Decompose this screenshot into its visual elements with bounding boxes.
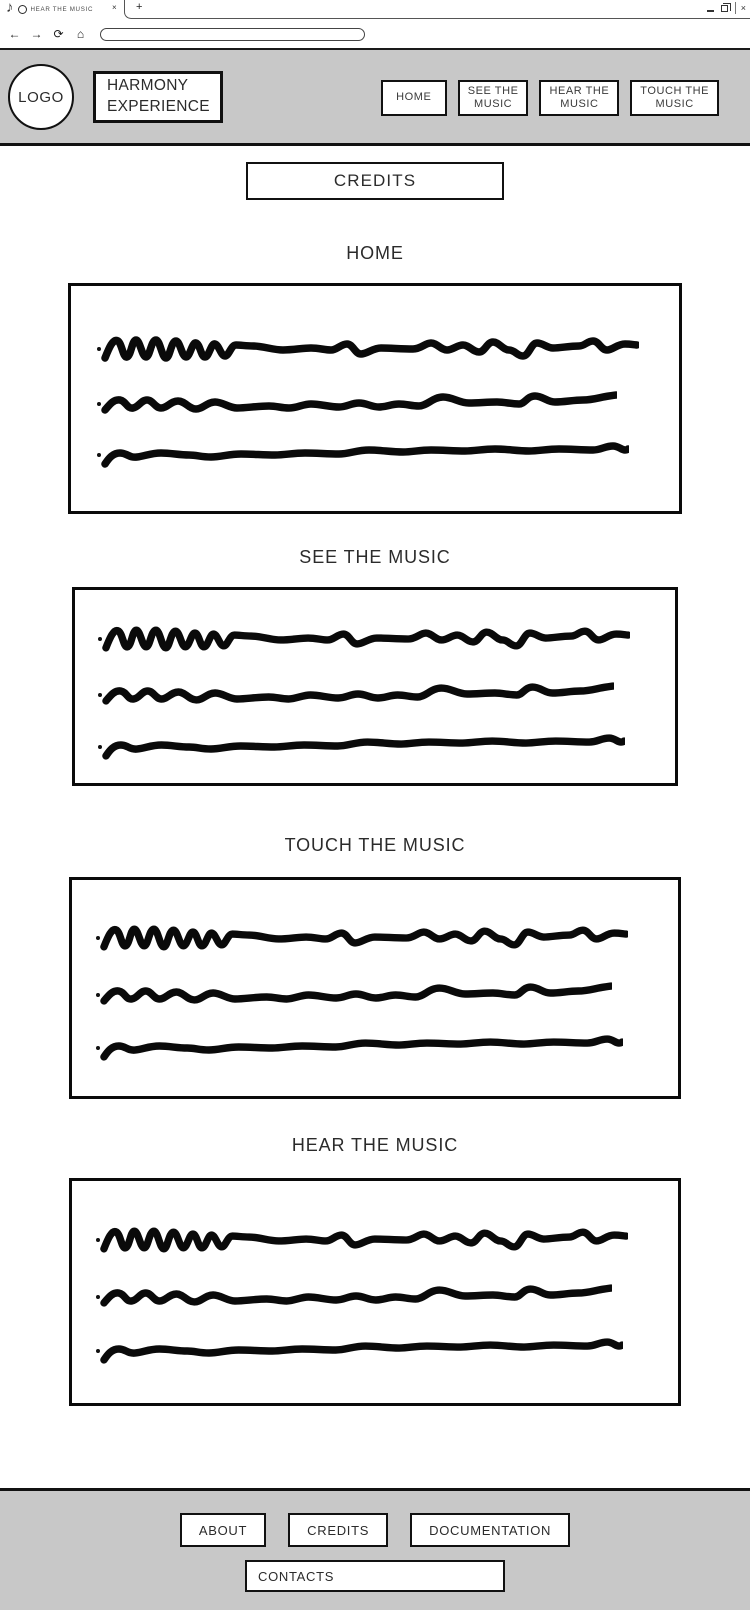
new-tab-icon[interactable]: + xyxy=(136,2,142,13)
section-touch-the-music-title: TOUCH THE MUSIC xyxy=(284,835,466,855)
browser-nav-bar: ← → ⟳ ⌂ xyxy=(0,20,750,48)
section-hear-the-music-box xyxy=(69,1178,681,1406)
logo-label: LOGO xyxy=(18,88,64,106)
footer-contacts-label: CONTACTS xyxy=(258,1568,335,1584)
section-see-the-music-box xyxy=(72,587,678,786)
section-hear-the-music-title: HEAR THE MUSIC xyxy=(291,1135,459,1155)
tab-curve-decoration xyxy=(124,0,134,19)
maximize-icon[interactable] xyxy=(720,2,732,12)
placeholder-squiggle-line xyxy=(100,925,628,951)
footer-link-credits[interactable]: CREDITS xyxy=(288,1513,389,1547)
home-icon[interactable]: ⌂ xyxy=(74,28,87,40)
forward-icon[interactable]: → xyxy=(30,28,43,40)
footer-link-documentation[interactable]: DOCUMENTATION xyxy=(410,1513,571,1547)
nav-item-home-label: HOME xyxy=(396,91,432,104)
brand-line-2: EXPERIENCE xyxy=(107,98,210,115)
section-home-box xyxy=(68,283,682,514)
list-item xyxy=(96,1336,623,1366)
nav-item-touch-the-music-label: TOUCH THE MUSIC xyxy=(640,84,709,110)
main-navigation: HOME SEE THE MUSIC HEAR THE MUSIC TOUCH … xyxy=(380,80,719,116)
list-item xyxy=(98,622,630,656)
nav-item-see-the-music[interactable]: SEE THE MUSIC xyxy=(457,80,529,116)
address-bar[interactable] xyxy=(100,27,365,41)
footer-links-row: ABOUT CREDITS DOCUMENTATION xyxy=(0,1491,750,1547)
footer-link-credits-label: CREDITS xyxy=(307,1522,370,1538)
brand-title-box: HARMONY EXPERIENCE xyxy=(93,71,223,123)
placeholder-squiggle-line xyxy=(102,626,630,652)
browser-tab[interactable]: ♪ HEAR THE MUSIC xyxy=(2,0,122,19)
reload-icon[interactable]: ⟳ xyxy=(52,28,65,40)
placeholder-squiggle-line xyxy=(100,1227,628,1253)
browser-chrome: ♪ HEAR THE MUSIC × + × ← → ⟳ ⌂ xyxy=(0,0,750,50)
minimize-icon[interactable] xyxy=(706,10,714,12)
list-item xyxy=(98,680,614,710)
nav-item-see-the-music-label: SEE THE MUSIC xyxy=(467,84,519,110)
placeholder-squiggle-line xyxy=(100,1338,623,1364)
list-item xyxy=(96,1223,628,1257)
page-title-box: CREDITS xyxy=(246,162,504,200)
window-controls: × xyxy=(706,1,746,15)
placeholder-squiggle-line xyxy=(102,734,625,760)
section-hear-the-music: HEAR THE MUSIC xyxy=(0,1135,750,1406)
footer-contacts-field[interactable]: CONTACTS xyxy=(245,1560,505,1592)
nav-item-home[interactable]: HOME xyxy=(380,80,447,116)
browser-tab-strip: ♪ HEAR THE MUSIC × + × xyxy=(0,0,750,20)
site-footer: ABOUT CREDITS DOCUMENTATION CONTACTS xyxy=(0,1488,750,1610)
back-icon[interactable]: ← xyxy=(8,28,21,40)
wireframe-page: ♪ HEAR THE MUSIC × + × ← → ⟳ ⌂ LOGO HARM… xyxy=(0,0,750,1610)
placeholder-squiggle-line xyxy=(100,1035,623,1061)
nav-item-touch-the-music[interactable]: TOUCH THE MUSIC xyxy=(630,80,719,116)
section-touch-the-music-box xyxy=(69,877,681,1099)
section-home: HOME xyxy=(0,243,750,514)
placeholder-squiggle-line xyxy=(101,391,617,414)
close-icon[interactable]: × xyxy=(734,2,746,14)
footer-link-about-label: ABOUT xyxy=(198,1522,248,1538)
list-item xyxy=(96,980,612,1010)
list-item xyxy=(96,1282,612,1312)
section-see-the-music-title: SEE THE MUSIC xyxy=(299,547,451,567)
placeholder-squiggle-line xyxy=(101,442,629,468)
placeholder-squiggle-line xyxy=(101,336,639,362)
music-note-icon: ♪ xyxy=(6,0,14,16)
site-header: LOGO HARMONY EXPERIENCE HOME SEE THE MUS… xyxy=(0,50,750,146)
list-item xyxy=(97,389,617,419)
nav-item-hear-the-music-label: HEAR THE MUSIC xyxy=(549,84,610,110)
circle-icon xyxy=(17,5,27,14)
brand-line-1: HARMONY xyxy=(107,77,189,95)
tab-strip-rule xyxy=(132,18,750,20)
footer-link-documentation-label: DOCUMENTATION xyxy=(429,1522,552,1538)
list-item xyxy=(98,732,625,762)
footer-contacts-row: CONTACTS xyxy=(0,1547,750,1592)
page-title: CREDITS xyxy=(333,171,417,190)
list-item xyxy=(97,440,629,470)
placeholder-squiggle-line xyxy=(102,682,614,705)
tab-close-icon[interactable]: × xyxy=(112,4,117,12)
main-content: CREDITS HOME SEE THE MUSIC TOUCH THE MUS… xyxy=(0,149,750,1406)
section-see-the-music: SEE THE MUSIC xyxy=(0,547,750,786)
list-item xyxy=(97,332,639,366)
list-item xyxy=(96,921,628,955)
placeholder-squiggle-line xyxy=(100,982,612,1005)
nav-item-hear-the-music[interactable]: HEAR THE MUSIC xyxy=(539,80,620,116)
logo[interactable]: LOGO xyxy=(8,64,74,130)
section-touch-the-music: TOUCH THE MUSIC xyxy=(0,835,750,1099)
list-item xyxy=(96,1033,623,1063)
section-home-title: HOME xyxy=(346,243,404,263)
footer-link-about[interactable]: ABOUT xyxy=(179,1513,267,1547)
browser-tab-title: HEAR THE MUSIC xyxy=(30,6,94,13)
placeholder-squiggle-line xyxy=(100,1284,612,1307)
